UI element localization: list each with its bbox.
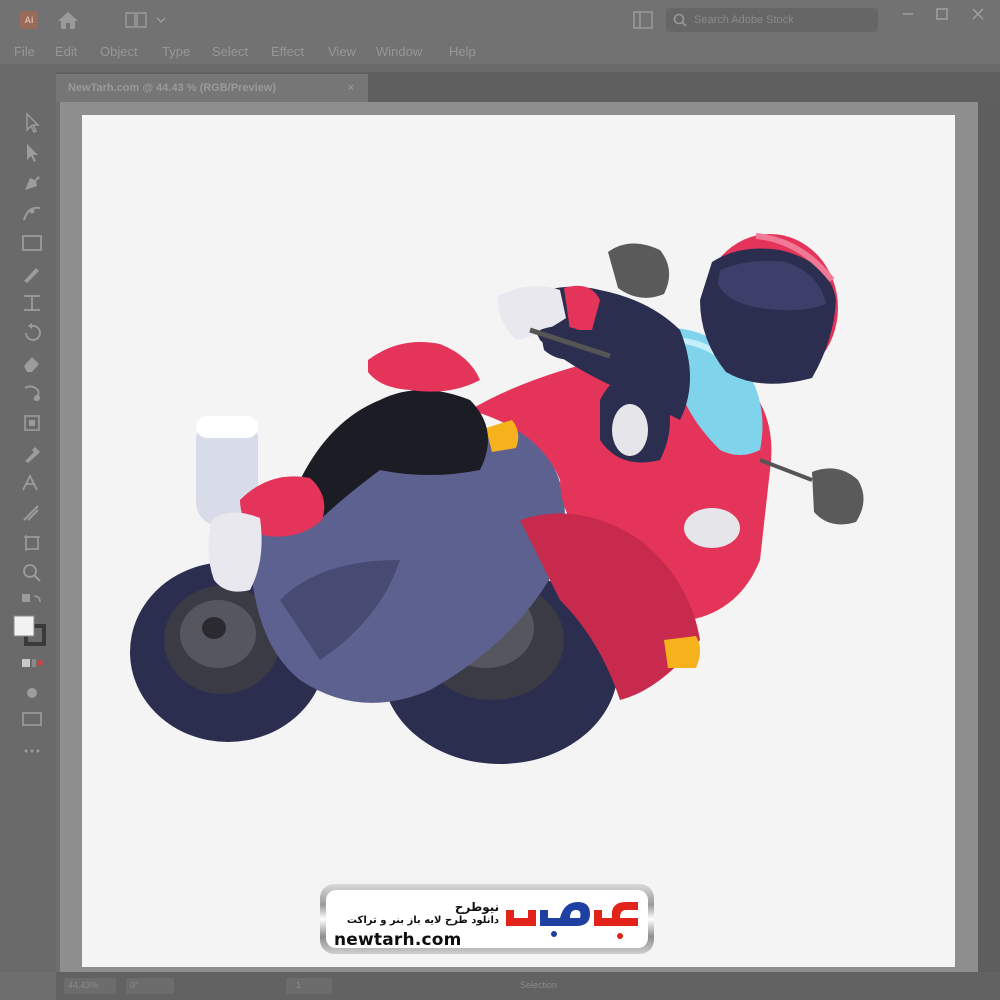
illustrator-window: Ai Search Adobe Stock File Edit Object T…	[0, 0, 1000, 1000]
artboard-number: 1	[296, 980, 302, 990]
status-bar: 44.43% 0° 1 Selection	[56, 972, 1000, 1000]
watermark-inner: نیوطرح دانلود طرح لایه باز بنر و تراکت n…	[326, 890, 648, 948]
rotation-value: 0°	[130, 980, 139, 990]
watermark-fa-subtitle: دانلود طرح لایه باز بنر و تراکت	[346, 915, 500, 926]
motorcycle-artwork[interactable]	[0, 0, 1000, 1000]
newtarh-watermark: نیوطرح دانلود طرح لایه باز بنر و تراکت n…	[320, 884, 654, 954]
watermark-url: newtarh.com	[334, 930, 462, 948]
current-tool: Selection	[520, 980, 558, 990]
newtarh-logo	[506, 902, 638, 939]
artboard-field[interactable]	[286, 978, 332, 994]
zoom-level: 44.43%	[68, 980, 99, 990]
